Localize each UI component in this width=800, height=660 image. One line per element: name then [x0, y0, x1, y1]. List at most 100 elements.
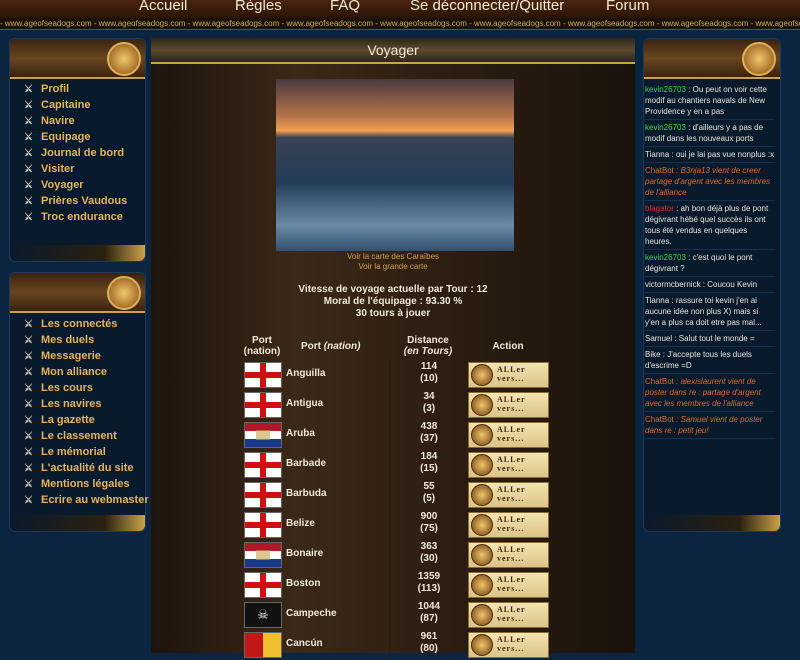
crossed-swords-icon: ⚔	[24, 84, 33, 95]
menu-item-troc-endurance[interactable]: ⚔ Troc endurance	[24, 209, 127, 225]
go-button-line1: ALLer	[497, 575, 526, 584]
menu-item-mon-alliance[interactable]: ⚔ Mon alliance	[24, 364, 149, 380]
chat-username[interactable]: blagator	[645, 204, 674, 213]
nav-faq-link[interactable]: FAQ	[330, 0, 360, 14]
distance-value: 1044	[417, 601, 441, 612]
go-to-port-button[interactable]: ALLer vers...	[468, 482, 549, 508]
go-button-line2: vers...	[497, 494, 525, 503]
go-to-port-button[interactable]: ALLer vers...	[468, 392, 549, 418]
chat-username[interactable]: ChatBot	[645, 415, 674, 424]
distance-value: 55	[423, 481, 435, 492]
menu-item-l-actualit-du-site[interactable]: ⚔ L'actualité du site	[24, 460, 149, 476]
menu-item-la-gazette[interactable]: ⚔ La gazette	[24, 412, 149, 428]
go-to-port-button[interactable]: ALLer vers...	[468, 512, 549, 538]
menu-item-capitaine[interactable]: ⚔ Capitaine	[24, 97, 127, 113]
menu-item-les-navires[interactable]: ⚔ Les navires	[24, 396, 149, 412]
menu-item-label: Mon alliance	[41, 366, 108, 378]
col-port-name-label: Port	[301, 341, 321, 352]
chat-username[interactable]: Bike	[645, 350, 661, 359]
menu-item-visiter[interactable]: ⚔ Visiter	[24, 161, 127, 177]
go-to-port-button[interactable]: ALLer vers...	[468, 542, 549, 568]
go-button-line2: vers...	[497, 554, 525, 563]
crossed-swords-icon: ⚔	[24, 447, 33, 458]
chat-username[interactable]: kevin26703	[645, 123, 686, 132]
compass-icon	[471, 544, 493, 566]
chat-username[interactable]: ChatBot	[645, 166, 674, 175]
go-button-label: ALLer vers...	[497, 365, 526, 383]
chat-message: ChatBot : Samuel vient de poster dans re…	[645, 412, 775, 439]
go-to-port-button[interactable]: ALLer vers...	[468, 422, 549, 448]
port-name: Aruba	[286, 428, 315, 439]
go-button-line2: vers...	[497, 464, 525, 473]
tours-value: (37)	[420, 433, 438, 444]
menu-item-profil[interactable]: ⚔ Profil	[24, 81, 127, 97]
caribbean-map-link[interactable]: Voir la carte des Caraïbes	[151, 252, 635, 261]
table-row: Antigua 34 (3) ALLer vers...	[151, 390, 635, 420]
chat-username[interactable]: Tianna	[645, 296, 669, 305]
go-to-port-button[interactable]: ALLer vers...	[468, 362, 549, 388]
col-nation-label: (nation)	[243, 346, 281, 357]
chat-message: blagator : ah bon déjà plus de pont dégi…	[645, 201, 775, 250]
go-button-label: ALLer vers...	[497, 425, 526, 443]
nav-forum-link[interactable]: Forum	[606, 0, 649, 14]
nav-regles-link[interactable]: Règles	[235, 0, 282, 14]
menu-item-label: Navire	[41, 115, 75, 127]
port-distance: 114 (10)	[399, 361, 459, 385]
go-to-port-button[interactable]: ALLer vers...	[468, 452, 549, 478]
chat-message: ChatBot : B3nja13 vient de creer partage…	[645, 163, 775, 201]
menu-item-mes-duels[interactable]: ⚔ Mes duels	[24, 332, 149, 348]
chat-text: : J'accepte tous les duels d'escrime =D	[645, 350, 752, 370]
col-tours-label: (en Tours)	[403, 346, 453, 357]
crossed-swords-icon: ⚔	[24, 383, 33, 394]
menu-item-pri-res-vaudous[interactable]: ⚔ Prières Vaudous	[24, 193, 127, 209]
go-button-line1: ALLer	[497, 365, 526, 374]
menu-item-navire[interactable]: ⚔ Navire	[24, 113, 127, 129]
compass-icon	[471, 484, 493, 506]
chat-message: kevin26703 : Ou peut on voir cette modif…	[645, 82, 775, 120]
menu-item-label: Journal de bord	[41, 147, 125, 159]
go-to-port-button[interactable]: ALLer vers...	[468, 602, 549, 628]
chat-username[interactable]: kevin26703	[645, 253, 686, 262]
table-row: Anguilla 114 (10) ALLer vers...	[151, 360, 635, 390]
crossed-swords-icon: ⚔	[24, 196, 33, 207]
menu-item-voyager[interactable]: ⚔ Voyager	[24, 177, 127, 193]
chat-username[interactable]: kevin26703	[645, 85, 686, 94]
port-distance: 34 (3)	[399, 391, 459, 415]
menu-item-le-classement[interactable]: ⚔ Le classement	[24, 428, 149, 444]
go-button-line2: vers...	[497, 374, 525, 383]
distance-value: 961	[420, 631, 438, 642]
crossed-swords-icon: ⚔	[24, 415, 33, 426]
go-to-port-button[interactable]: ALLer vers...	[468, 632, 549, 658]
big-map-link[interactable]: Voir la grande carte	[151, 262, 635, 271]
menu-item-messagerie[interactable]: ⚔ Messagerie	[24, 348, 149, 364]
column-divider	[389, 630, 390, 660]
nav-logout-link[interactable]: Se déconnecter/Quitter	[410, 0, 564, 14]
chat-username[interactable]: Tianna	[645, 150, 669, 159]
menu-item-les-cours[interactable]: ⚔ Les cours	[24, 380, 149, 396]
chat-text: : oui je lai pas vue nonplus :x	[669, 150, 775, 159]
menu-item-equipage[interactable]: ⚔ Equipage	[24, 129, 127, 145]
go-to-port-button[interactable]: ALLer vers...	[468, 572, 549, 598]
panel-header	[644, 39, 780, 79]
menu-item-ecrire-au-webmaster[interactable]: ⚔ Ecrire au webmaster	[24, 492, 149, 508]
nav-accueil-link[interactable]: Accueil	[139, 0, 187, 14]
menu-item-mentions-l-gales[interactable]: ⚔ Mentions légales	[24, 476, 149, 492]
go-button-line1: ALLer	[497, 455, 526, 464]
menu-item-le-m-morial[interactable]: ⚔ Le mémorial	[24, 444, 149, 460]
chat-username[interactable]: Samuel	[645, 334, 672, 343]
port-name: Bonaire	[286, 548, 324, 559]
port-name: Belize	[286, 518, 315, 529]
main-menu: ⚔ Profil ⚔ Capitaine ⚔ Navire ⚔ Equipage ⚔ Journa…	[24, 81, 127, 225]
chat-username[interactable]: ChatBot	[645, 377, 674, 386]
distance-value: 114	[420, 361, 438, 372]
compass-icon	[107, 276, 141, 310]
port-distance: 55 (5)	[399, 481, 459, 505]
compass-icon	[471, 574, 493, 596]
crossed-swords-icon: ⚔	[24, 399, 33, 410]
menu-item-label: Profil	[41, 83, 70, 95]
menu-item-journal-de-bord[interactable]: ⚔ Journal de bord	[24, 145, 127, 161]
menu-item-les-connect-s[interactable]: ⚔ Les connectés	[24, 316, 149, 332]
go-button-label: ALLer vers...	[497, 515, 526, 533]
column-divider	[389, 600, 390, 630]
chat-username[interactable]: victormcbernick	[645, 280, 701, 289]
